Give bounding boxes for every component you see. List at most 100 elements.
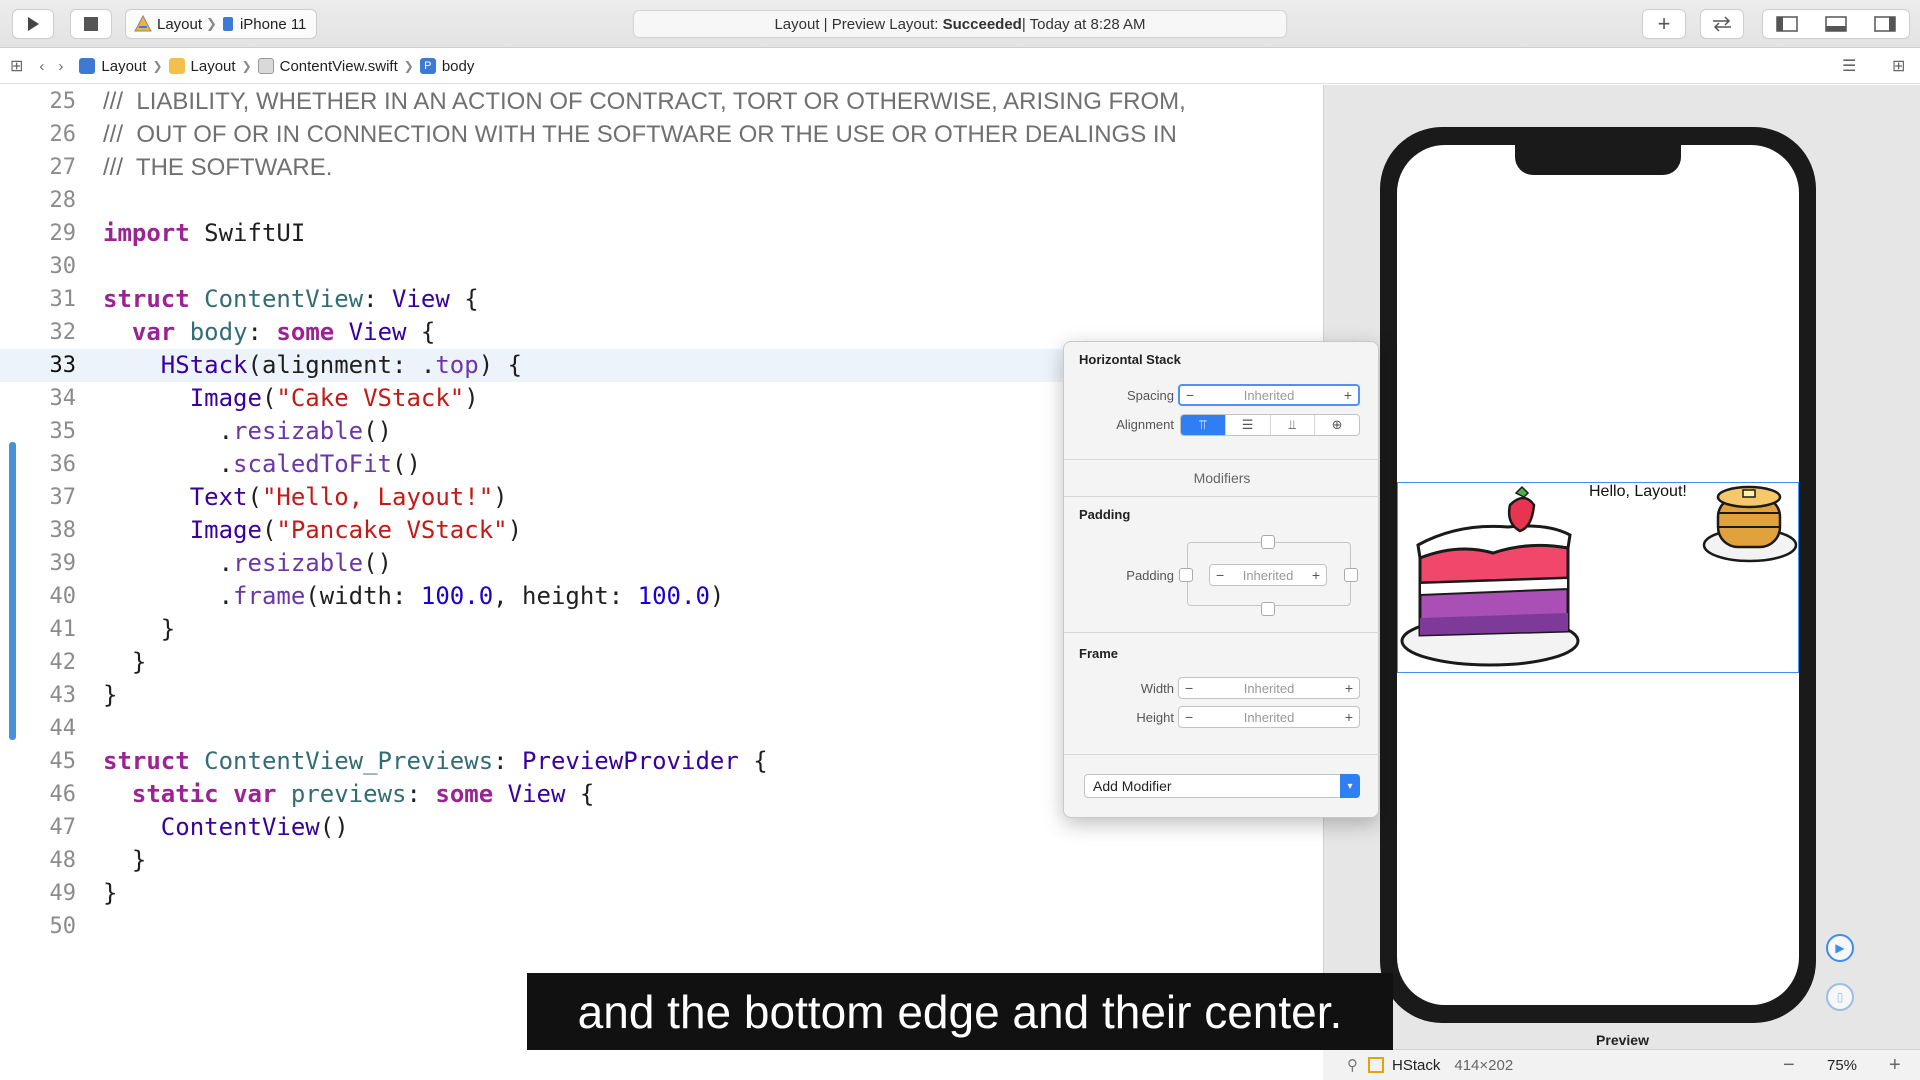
cake-image[interactable] [1398, 483, 1584, 673]
line-number: 40 [49, 584, 77, 609]
width-label: Width [1140, 681, 1174, 696]
code-text: .resizable() [103, 417, 392, 445]
line-number: 50 [49, 914, 77, 939]
iphone-screen: Hello, Layout! [1397, 145, 1799, 1005]
preview-on-device-button[interactable]: ▯ [1826, 983, 1854, 1011]
breadcrumb-label: ContentView.swift [279, 57, 398, 75]
stop-button[interactable] [70, 9, 112, 39]
status-result: Succeeded [942, 15, 1022, 33]
line-number: 36 [49, 452, 77, 477]
zoom-in-button[interactable]: + [1889, 1054, 1901, 1077]
plus-icon[interactable]: + [1345, 709, 1353, 725]
code-text: struct ContentView_Previews: PreviewProv… [103, 747, 768, 775]
minus-icon[interactable]: − [1185, 709, 1193, 725]
width-field[interactable]: − Inherited + [1178, 677, 1360, 699]
code-line: 49} [0, 877, 1322, 910]
minus-icon[interactable]: − [1216, 567, 1224, 583]
align-bottom-button[interactable]: ⫫ [1271, 415, 1316, 435]
breadcrumb-symbol[interactable]: Pbody [419, 57, 475, 75]
run-button[interactable] [12, 9, 54, 39]
height-field[interactable]: − Inherited + [1178, 706, 1360, 728]
alignment-label: Alignment [1116, 417, 1174, 432]
forward-button[interactable]: › [58, 58, 63, 75]
hstack-selection[interactable]: Hello, Layout! [1397, 482, 1799, 673]
plus-icon[interactable]: + [1345, 680, 1353, 696]
pin-icon[interactable]: ⚲ [1347, 1056, 1358, 1074]
padding-trailing-checkbox[interactable] [1344, 568, 1358, 582]
swift-file-icon [257, 58, 274, 74]
jump-bar: ⊞ ‹ › Layout ❯ Layout ❯ ContentView.swif… [0, 49, 1920, 84]
related-items-icon[interactable]: ⊞ [10, 56, 23, 76]
chevron-right-icon: ❯ [206, 16, 217, 31]
project-icon [79, 58, 96, 74]
minus-icon[interactable]: − [1185, 680, 1193, 696]
padding-top-checkbox[interactable] [1261, 535, 1275, 549]
code-line: 48 } [0, 844, 1322, 877]
padding-field[interactable]: − Inherited + [1209, 564, 1327, 586]
back-button[interactable]: ‹ [39, 58, 44, 75]
modifiers-label: Modifiers [1193, 470, 1251, 486]
comment-text: THE SOFTWARE. [135, 154, 333, 181]
align-center-icon: ☰ [1241, 417, 1254, 432]
library-button[interactable]: + [1642, 9, 1686, 39]
line-number: 31 [49, 287, 77, 312]
height-value: Inherited [1243, 709, 1295, 725]
scheme-selector[interactable]: Layout ❯ iPhone 11 [125, 9, 317, 39]
padding-bottom-checkbox[interactable] [1261, 602, 1275, 616]
line-number: 29 [49, 221, 77, 246]
zoom-out-button[interactable]: − [1783, 1054, 1795, 1077]
editor-options-icon[interactable]: ☰ [1842, 56, 1856, 76]
code-text: Image("Pancake VStack") [189, 516, 523, 544]
code-line: 50 [0, 910, 1322, 943]
debug-area-toggle-icon[interactable] [1825, 16, 1847, 32]
breadcrumb-label: body [441, 57, 475, 75]
folder-icon [168, 58, 185, 74]
breadcrumb-file[interactable]: ContentView.swift [257, 57, 398, 75]
padding-leading-checkbox[interactable] [1179, 568, 1193, 582]
hello-layout-text[interactable]: Hello, Layout! [1589, 483, 1687, 501]
code-text: } [103, 648, 147, 676]
chevron-right-icon: ❯ [403, 59, 414, 73]
frame-section-title: Frame [1079, 646, 1119, 661]
selection-name: HStack [1392, 1056, 1441, 1074]
navigator-toggle-icon[interactable] [1776, 16, 1799, 32]
breadcrumb-project[interactable]: Layout [79, 58, 146, 75]
align-center-button[interactable]: ☰ [1226, 415, 1271, 435]
code-review-button[interactable] [1700, 9, 1744, 39]
pancake-image[interactable] [1700, 483, 1798, 579]
comment-prefix: /// [103, 121, 124, 148]
minus-icon[interactable]: − [1186, 387, 1194, 403]
code-text: import SwiftUI [103, 219, 306, 247]
align-baseline-button[interactable]: ⊕ [1315, 415, 1359, 435]
line-number: 30 [49, 254, 77, 279]
line-number: 28 [49, 188, 77, 213]
stop-icon [84, 17, 98, 31]
play-icon [28, 17, 39, 31]
code-text: .frame(width: 100.0, height: 100.0) [103, 582, 725, 610]
spacing-field[interactable]: − Inherited + [1178, 384, 1360, 406]
breadcrumb-folder[interactable]: Layout [168, 58, 236, 75]
code-text: Image("Cake VStack") [189, 384, 479, 412]
toolbar: Layout ❯ iPhone 11 Layout | Preview Layo… [0, 0, 1920, 48]
inspector-popover: Horizontal Stack Spacing − Inherited + A… [1063, 341, 1380, 818]
add-editor-icon[interactable]: ⊞ [1892, 56, 1905, 76]
line-number: 32 [49, 320, 77, 345]
preview-canvas[interactable]: Hello, Layout! ▶ ▯ Preview [1323, 85, 1920, 1080]
add-modifier-select[interactable]: Add Modifier ▾ [1084, 774, 1360, 798]
align-top-button[interactable]: ⫪ [1181, 415, 1226, 435]
plus-icon: + [1657, 11, 1671, 36]
play-icon: ▶ [1835, 941, 1845, 955]
code-text: static var previews: some View { [131, 780, 595, 808]
inspector-toggle-icon[interactable] [1873, 16, 1896, 32]
line-number: 45 [49, 749, 77, 774]
code-text: } [103, 681, 118, 709]
scheme-project-label: Layout [157, 15, 203, 33]
line-number: 39 [49, 551, 77, 576]
live-preview-button[interactable]: ▶ [1826, 934, 1854, 962]
plus-icon[interactable]: + [1344, 387, 1352, 403]
status-prefix: Layout | Preview Layout: [774, 15, 939, 33]
plus-icon[interactable]: + [1312, 567, 1320, 583]
add-modifier-label: Add Modifier [1093, 778, 1172, 794]
arrows-swap-icon [1713, 16, 1731, 32]
preview-label: Preview [1596, 1032, 1649, 1048]
